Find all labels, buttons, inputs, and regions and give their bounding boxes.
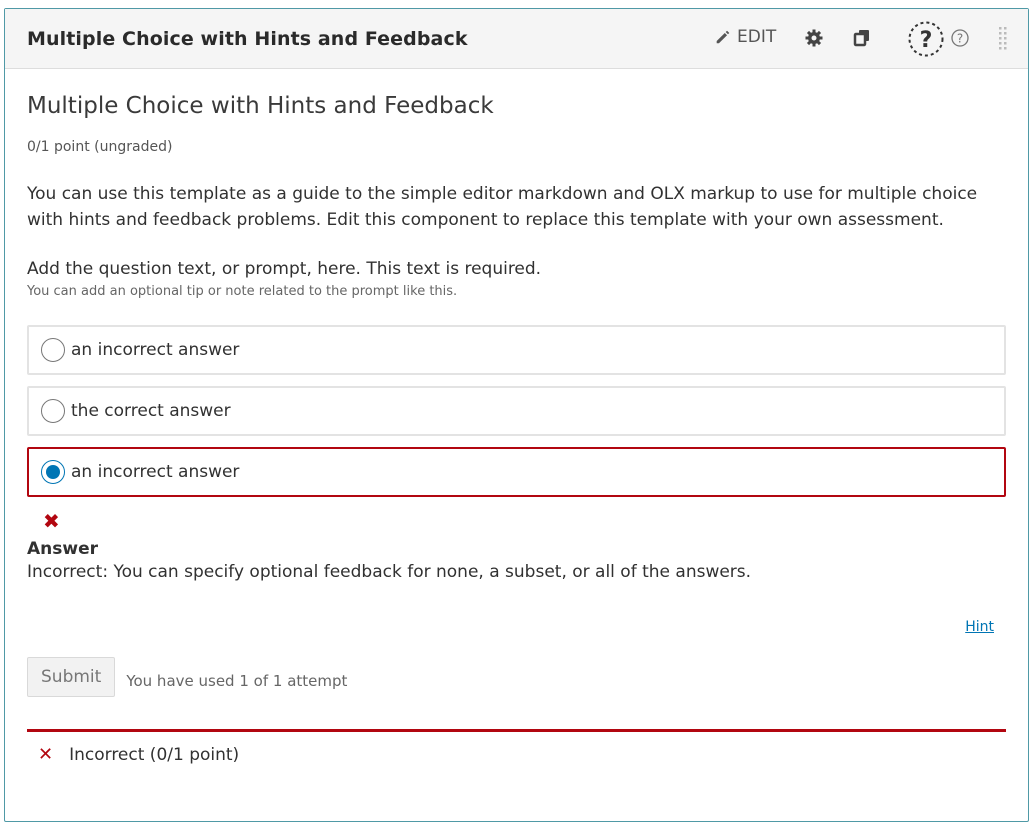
choice-option-2[interactable]: the correct answer <box>27 386 1006 436</box>
radio-button-selected[interactable] <box>41 460 65 484</box>
close-icon: ✕ <box>38 744 54 765</box>
question-tip: You can add an optional tip or note rela… <box>27 284 458 299</box>
help-icon[interactable]: ? <box>950 28 970 52</box>
drag-handle-icon[interactable] <box>998 26 1008 56</box>
hint-link[interactable]: Hint <box>965 619 994 635</box>
submit-row: Submit You have used 1 of 1 attempt <box>27 657 1006 697</box>
header-title: Multiple Choice with Hints and Feedback <box>27 27 468 50</box>
edit-label: EDIT <box>737 27 777 47</box>
edit-button[interactable]: EDIT <box>714 27 776 47</box>
feedback-text: Incorrect: You can specify optional feed… <box>27 562 752 582</box>
submit-button[interactable]: Submit <box>27 657 116 697</box>
choice-group: an incorrect answer the correct answer a… <box>27 325 1006 497</box>
hint-row: Hint <box>27 616 1006 635</box>
gear-icon[interactable] <box>804 28 824 52</box>
feedback-heading: Answer <box>27 539 98 559</box>
choice-label: an incorrect answer <box>71 462 240 482</box>
problem-component: Multiple Choice with Hints and Feedback … <box>4 8 1029 822</box>
question-prompt: Add the question text, or prompt, here. … <box>27 259 542 279</box>
svg-text:?: ? <box>957 32 963 46</box>
problem-intro: You can use this template as a guide to … <box>27 184 978 230</box>
component-header: Multiple Choice with Hints and Feedback … <box>5 9 1028 69</box>
problem-title: Multiple Choice with Hints and Feedback <box>27 93 494 119</box>
attempts-label: You have used 1 of 1 attempt <box>126 672 348 690</box>
radio-button[interactable] <box>41 338 65 362</box>
pencil-icon <box>716 30 730 44</box>
choice-option-3[interactable]: an incorrect answer <box>27 447 1006 497</box>
choice-option-1[interactable]: an incorrect answer <box>27 325 1006 375</box>
choice-label: the correct answer <box>71 401 231 421</box>
status-notification: ✕ Incorrect (0/1 point) <box>27 729 1006 777</box>
move-help-icon[interactable]: ? <box>907 20 945 62</box>
svg-text:?: ? <box>920 28 933 53</box>
status-text: Incorrect (0/1 point) <box>69 744 240 765</box>
duplicate-icon[interactable] <box>852 28 872 52</box>
incorrect-icon: ✖ <box>43 509 60 533</box>
radio-button[interactable] <box>41 399 65 423</box>
problem-content: Multiple Choice with Hints and Feedback … <box>5 93 1028 777</box>
points-label: 0/1 point (ungraded) <box>27 139 173 155</box>
choice-label: an incorrect answer <box>71 340 240 360</box>
